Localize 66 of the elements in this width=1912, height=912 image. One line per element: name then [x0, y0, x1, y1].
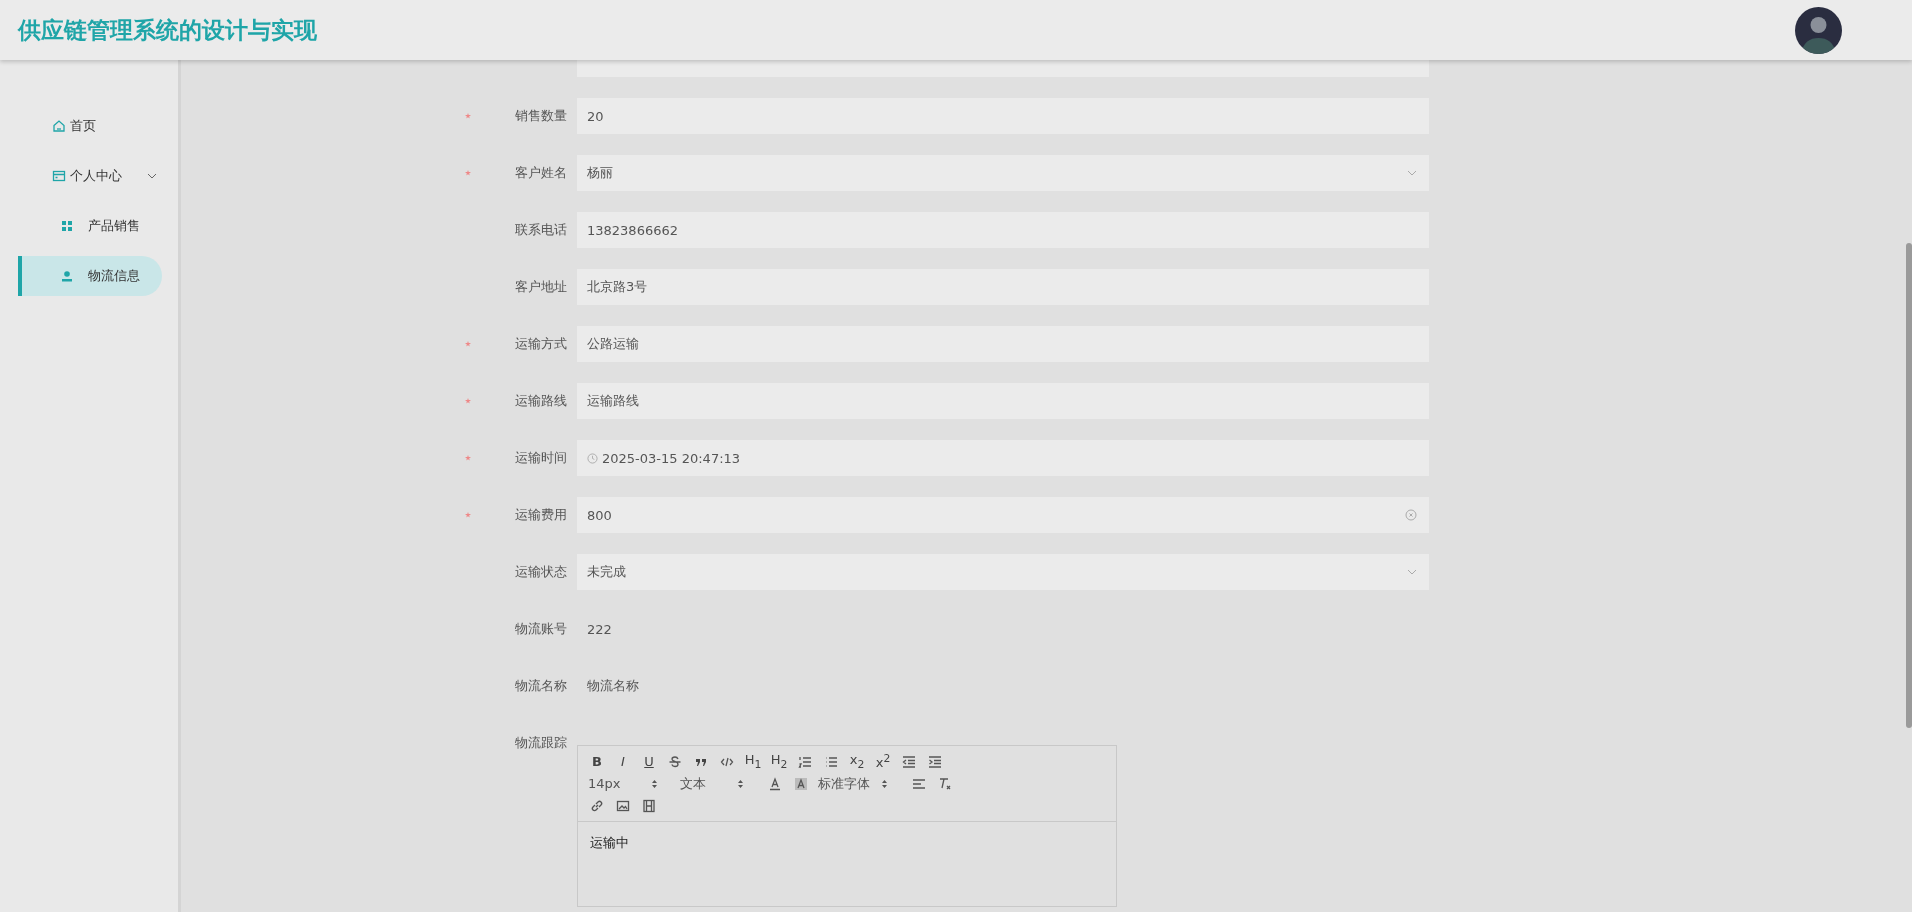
input-field[interactable]: 公路运输: [577, 326, 1429, 362]
field-label: 物流账号: [514, 620, 568, 638]
toolbar-button[interactable]: U: [640, 754, 658, 769]
toolbar-button[interactable]: H$_{1}$: [744, 752, 762, 771]
align-icon: [912, 776, 926, 791]
rich-text-editor[interactable]: B I U H$_{1}$ H$_{2}$ x$_{2}$ x$^{2}$ 14px 文本 标准字体 运输中: [577, 745, 1117, 907]
grid-icon: [60, 219, 74, 233]
input-field[interactable]: 800: [577, 497, 1429, 533]
input-field[interactable]: 13823866662: [577, 212, 1429, 248]
field-label: 销售数量: [514, 107, 568, 125]
toolbar-button[interactable]: B: [588, 754, 606, 769]
select-field[interactable]: 杨丽: [577, 155, 1429, 191]
toolbar-button[interactable]: I: [614, 754, 632, 769]
field-value: 222: [587, 621, 612, 637]
sidebar-item[interactable]: 首页: [0, 106, 160, 146]
clear-icon[interactable]: [1405, 509, 1417, 521]
field-label: 运输方式: [514, 335, 568, 353]
select-field[interactable]: 未完成: [577, 554, 1429, 590]
bullet-list-icon: [824, 754, 838, 769]
strikethrough-icon: [668, 754, 682, 769]
sidebar-item[interactable]: 物流信息: [18, 256, 162, 296]
video-icon: [642, 798, 656, 813]
home-icon: [52, 119, 66, 133]
stepper-icon: [881, 778, 888, 789]
input-field[interactable]: 20: [577, 98, 1429, 134]
chevron-icon: [1407, 567, 1417, 577]
field-label: 运输路线: [514, 392, 568, 410]
field-label: 运输状态: [514, 563, 568, 581]
link-icon: [590, 798, 604, 813]
ordered-list-icon: [798, 754, 812, 769]
editor-content: 运输中: [589, 834, 630, 852]
background-color-icon: [794, 776, 808, 791]
field-label: 客户地址: [514, 278, 568, 296]
stepper-icon: [651, 778, 658, 789]
avatar[interactable]: [1795, 6, 1842, 54]
field-label: 运输时间: [514, 449, 568, 467]
card-icon: [52, 169, 66, 183]
toolbar-button[interactable]: x$^{2}$: [874, 752, 892, 771]
clear-format-icon: [938, 776, 952, 791]
toolbar-select[interactable]: 14px: [588, 776, 658, 791]
toolbar-button[interactable]: H$_{2}$: [770, 752, 788, 771]
sidebar-item[interactable]: 产品销售: [18, 206, 162, 246]
font-color-icon: [768, 776, 782, 791]
user-icon: [60, 269, 74, 283]
toolbar-select[interactable]: 文本: [680, 774, 744, 793]
input-field[interactable]: [577, 60, 1429, 77]
clock-icon: [587, 452, 598, 464]
field-label: 联系电话: [514, 221, 568, 239]
outdent-icon: [902, 754, 916, 769]
input-field[interactable]: 运输路线: [577, 383, 1429, 419]
field-label: 运输费用: [514, 506, 568, 524]
sidebar-item[interactable]: 个人中心: [0, 156, 160, 196]
toolbar-select[interactable]: 标准字体: [818, 774, 888, 793]
image-icon: [616, 798, 630, 813]
field-label: 物流名称: [514, 677, 568, 695]
app-title: 供应链管理系统的设计与实现: [18, 15, 317, 45]
scrollbar[interactable]: [1906, 243, 1912, 728]
field-value: 物流名称: [587, 677, 639, 695]
field-label: 客户姓名: [514, 164, 568, 182]
field-label: 物流跟踪: [514, 734, 568, 752]
stepper-icon: [737, 778, 744, 789]
input-field[interactable]: 北京路3号: [577, 269, 1429, 305]
indent-icon: [928, 754, 942, 769]
chevron-icon: [1407, 168, 1417, 178]
date-field[interactable]: 2025-03-15 20:47:13: [577, 440, 1429, 476]
toolbar-button[interactable]: x$_{2}$: [848, 752, 866, 771]
